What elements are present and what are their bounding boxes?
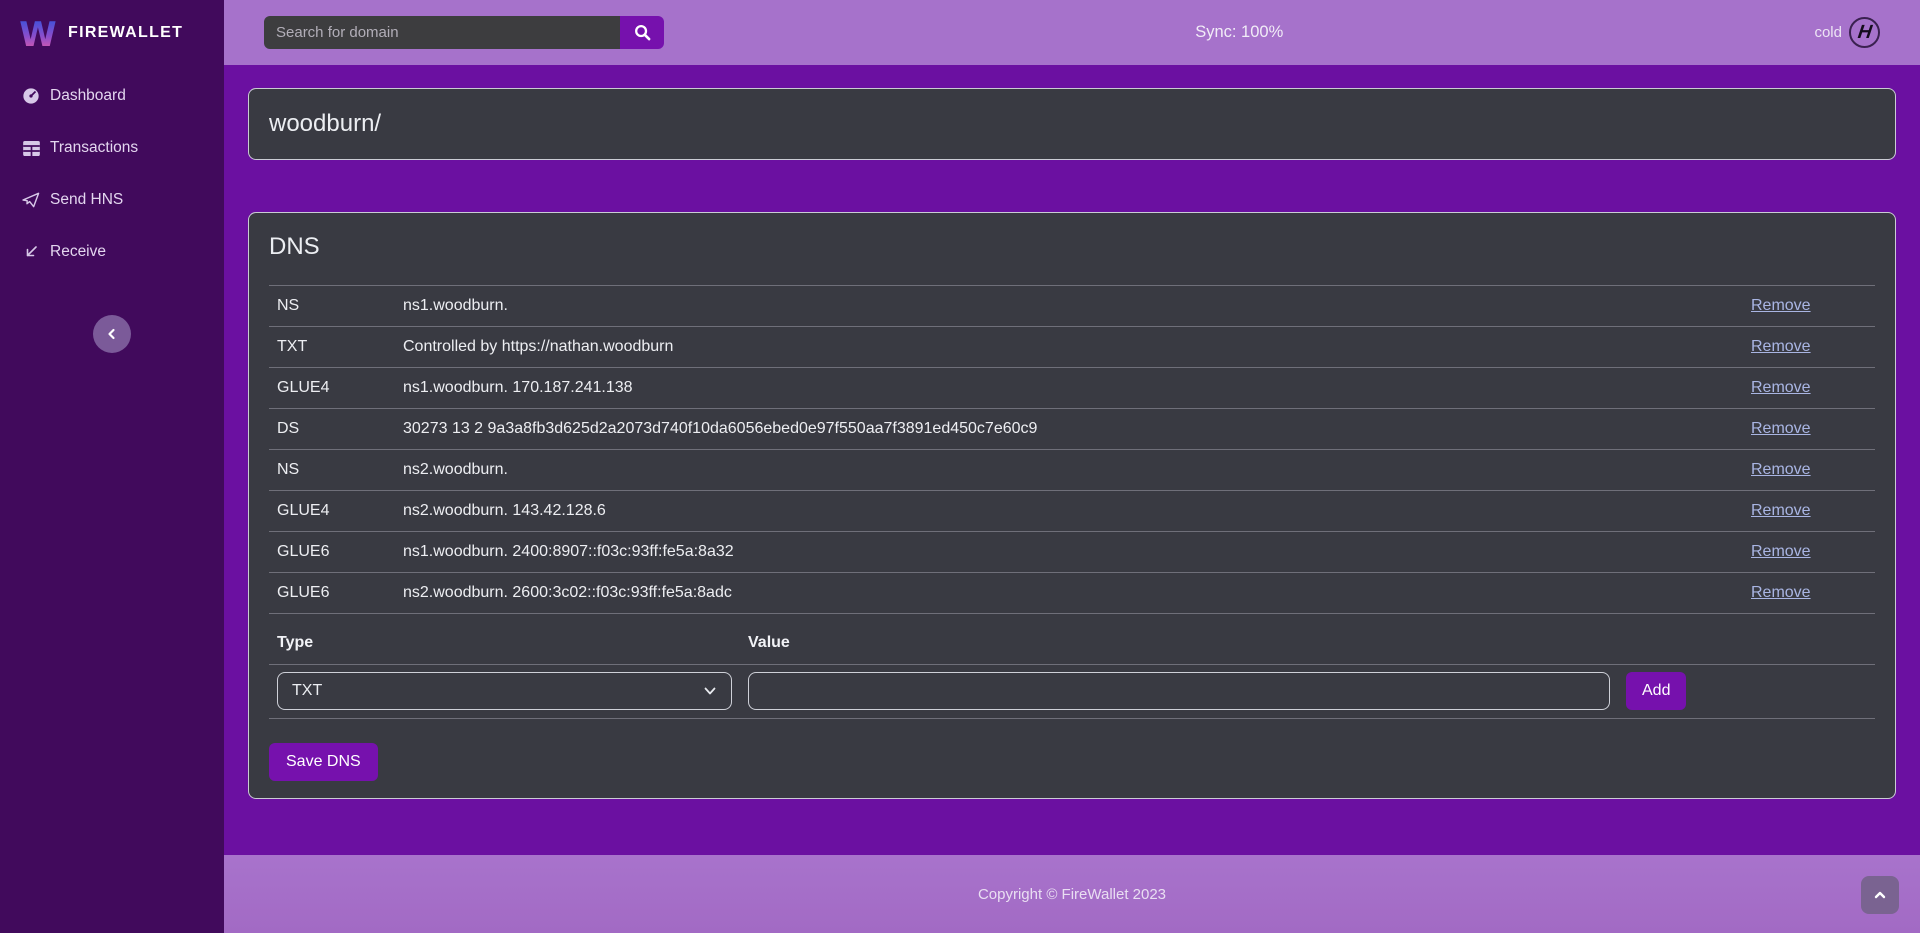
record-value: ns2.woodburn. 143.42.128.6 (395, 491, 1743, 532)
record-type: GLUE6 (269, 573, 395, 614)
svg-text:W: W (19, 14, 56, 53)
gauge-icon (20, 87, 42, 105)
remove-link[interactable]: Remove (1751, 584, 1811, 601)
sidebar-item-receive[interactable]: Receive (0, 235, 224, 269)
sidebar-item-label: Receive (50, 243, 106, 261)
record-row: GLUE6 ns1.woodburn. 2400:8907::f03c:93ff… (269, 532, 1875, 573)
record-type: TXT (269, 327, 395, 368)
wallet-status: cold H (1814, 17, 1880, 48)
record-row: GLUE6 ns2.woodburn. 2600:3c02::f03c:93ff… (269, 573, 1875, 614)
record-row: GLUE4 ns1.woodburn. 170.187.241.138 Remo… (269, 368, 1875, 409)
brand-logo[interactable]: W FIREWALLET (0, 0, 224, 65)
search-icon (634, 24, 651, 41)
record-row: DS 30273 13 2 9a3a8fb3d625d2a2073d740f10… (269, 409, 1875, 450)
sidebar-collapse-button[interactable] (93, 315, 131, 353)
dns-add-form: Type Value TXT (269, 628, 1875, 719)
sidebar-item-transactions[interactable]: Transactions (0, 131, 224, 165)
record-value: ns1.woodburn. 2400:8907::f03c:93ff:fe5a:… (395, 532, 1743, 573)
type-column-header: Type (269, 628, 740, 665)
sidebar-item-label: Transactions (50, 139, 138, 157)
record-row: NS ns2.woodburn. Remove (269, 450, 1875, 491)
value-column-header: Value (740, 628, 1875, 665)
page-title: woodburn/ (269, 110, 381, 138)
sync-status: Sync: 100% (1195, 23, 1283, 42)
paper-plane-icon (20, 192, 42, 208)
record-value: ns2.woodburn. (395, 450, 1743, 491)
record-row: GLUE4 ns2.woodburn. 143.42.128.6 Remove (269, 491, 1875, 532)
dns-records-body: NS ns1.woodburn. Remove TXT Controlled b… (269, 286, 1875, 614)
main-column: Sync: 100% cold H woodburn/ DNS NS ns1.w… (224, 0, 1920, 933)
record-value: ns2.woodburn. 2600:3c02::f03c:93ff:fe5a:… (395, 573, 1743, 614)
sidebar: W FIREWALLET Dashboard (0, 0, 224, 933)
record-type: GLUE4 (269, 491, 395, 532)
record-value: 30273 13 2 9a3a8fb3d625d2a2073d740f10da6… (395, 409, 1743, 450)
table-icon (20, 141, 42, 156)
remove-link[interactable]: Remove (1751, 502, 1811, 519)
search-input[interactable] (264, 16, 620, 49)
remove-link[interactable]: Remove (1751, 379, 1811, 396)
firewallet-w-icon: W (16, 11, 60, 55)
domain-title-card: woodburn/ (248, 88, 1896, 160)
record-type-selected: TXT (292, 682, 322, 700)
record-type: DS (269, 409, 395, 450)
copyright-text: Copyright © FireWallet 2023 (978, 886, 1166, 903)
save-dns-button[interactable]: Save DNS (269, 743, 378, 781)
footer: Copyright © FireWallet 2023 (224, 855, 1920, 933)
record-value: ns1.woodburn. 170.187.241.138 (395, 368, 1743, 409)
remove-link[interactable]: Remove (1751, 461, 1811, 478)
scroll-to-top-button[interactable] (1861, 876, 1899, 914)
sidebar-item-send-hns[interactable]: Send HNS (0, 183, 224, 217)
topbar: Sync: 100% cold H (224, 0, 1920, 65)
record-row: TXT Controlled by https://nathan.woodbur… (269, 327, 1875, 368)
dns-section-title: DNS (269, 233, 1875, 261)
sidebar-item-label: Send HNS (50, 191, 123, 209)
record-type: GLUE6 (269, 532, 395, 573)
add-record-button[interactable]: Add (1626, 672, 1686, 710)
dns-records-table: NS ns1.woodburn. Remove TXT Controlled b… (269, 285, 1875, 614)
remove-link[interactable]: Remove (1751, 297, 1811, 314)
dns-card: DNS NS ns1.woodburn. Remove TXT Controll… (248, 212, 1896, 799)
domain-search (264, 16, 664, 49)
record-type: NS (269, 450, 395, 491)
remove-link[interactable]: Remove (1751, 420, 1811, 437)
chevron-up-icon (1873, 888, 1887, 902)
sidebar-item-dashboard[interactable]: Dashboard (0, 79, 224, 113)
arrow-down-left-icon (20, 244, 42, 260)
brand-name: FIREWALLET (68, 24, 183, 42)
remove-link[interactable]: Remove (1751, 338, 1811, 355)
record-row: NS ns1.woodburn. Remove (269, 286, 1875, 327)
record-type: GLUE4 (269, 368, 395, 409)
record-type-select[interactable]: TXT (277, 672, 732, 710)
chevron-left-icon (106, 328, 118, 340)
chevron-down-icon (703, 684, 717, 698)
sidebar-item-label: Dashboard (50, 87, 126, 105)
search-button[interactable] (620, 16, 664, 49)
record-value-input[interactable] (748, 672, 1610, 710)
record-value: Controlled by https://nathan.woodburn (395, 327, 1743, 368)
remove-link[interactable]: Remove (1751, 543, 1811, 560)
record-type: NS (269, 286, 395, 327)
sidebar-nav: Dashboard Transactions Send HNS (0, 65, 224, 287)
wallet-mode-label: cold (1814, 24, 1842, 41)
handshake-icon: H (1849, 17, 1880, 48)
record-value: ns1.woodburn. (395, 286, 1743, 327)
main-content: woodburn/ DNS NS ns1.woodburn. Remove TX… (224, 65, 1920, 855)
